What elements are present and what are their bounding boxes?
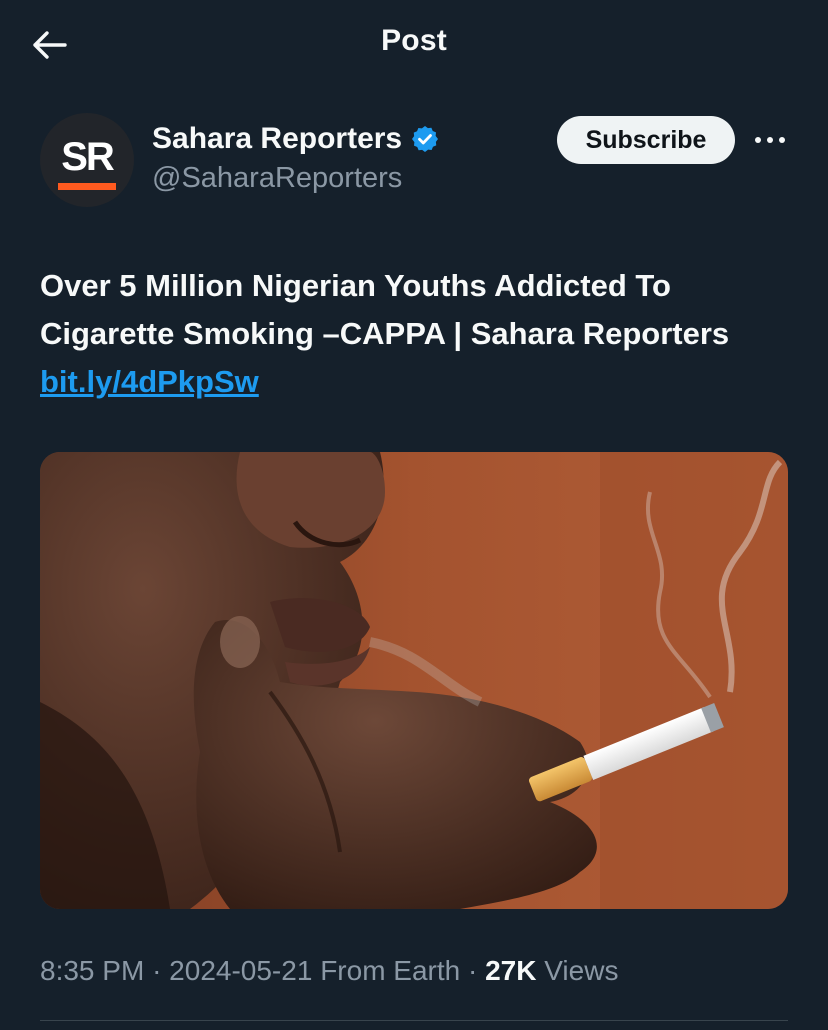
author-name-row: Sahara Reporters [152,122,440,156]
subscribe-button[interactable]: Subscribe [557,116,735,164]
avatar-logo-bar [58,182,116,190]
author-name[interactable]: Sahara Reporters [152,122,402,156]
post-image[interactable] [40,452,788,909]
views-count[interactable]: 27K [485,955,536,986]
post-meta: 8:35 PM · 2024-05-21 From Earth · 27K Vi… [40,955,618,987]
page-title: Post [381,24,447,57]
smoking-man-photo [40,452,788,909]
post-body: Over 5 Million Nigerian Youths Addicted … [40,268,730,351]
meta-separator: · [152,955,162,986]
post-link[interactable]: bit.ly/4dPkpSw [40,364,259,399]
views-label: Views [544,955,619,986]
post-date[interactable]: 2024-05-21 [169,955,312,986]
post-source: From Earth [320,955,461,986]
post-page: Post SR Sahara Reporters @SaharaReporter… [0,0,828,1030]
author-handle[interactable]: @SaharaReporters [152,162,402,195]
top-bar: Post [0,0,828,92]
verified-badge-icon[interactable] [410,124,440,154]
post-text: Over 5 Million Nigerian Youths Addicted … [40,262,800,406]
meta-separator: · [468,955,478,986]
post-time[interactable]: 8:35 PM [40,955,144,986]
avatar-logo-text: SR [61,134,115,179]
more-horizontal-icon [755,137,785,143]
divider [40,1020,788,1021]
avatar[interactable]: SR [40,113,134,207]
more-options-button[interactable] [752,120,788,160]
